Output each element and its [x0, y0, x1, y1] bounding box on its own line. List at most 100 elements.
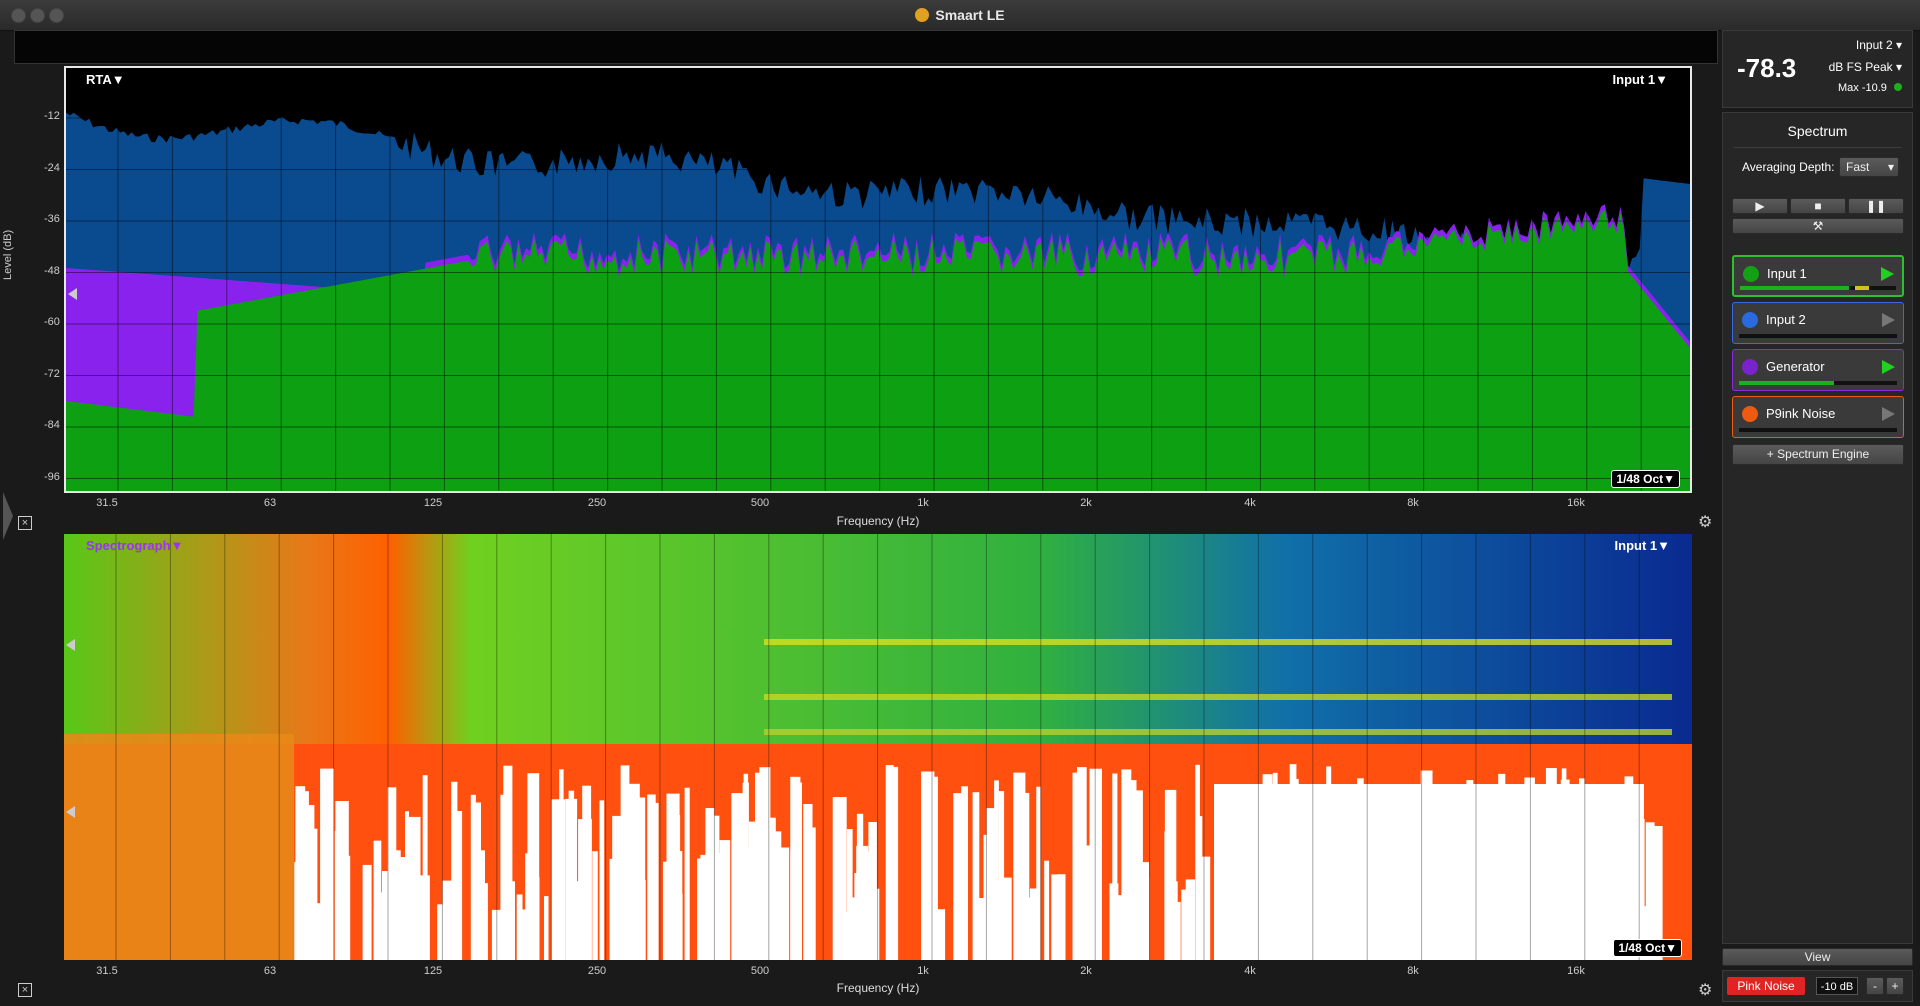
rta-threshold-handle[interactable]	[68, 288, 77, 300]
close-spectrograph-icon[interactable]: ×	[18, 983, 32, 997]
rta-y-tick: -72	[44, 367, 60, 380]
spectrograph-peak	[780, 847, 790, 960]
spectrograph-peak	[647, 794, 656, 960]
spectrograph-peak	[504, 881, 515, 960]
rta-x-axis-title: Frequency (Hz)	[836, 514, 920, 528]
window-title: Smaart LE	[0, 7, 1920, 23]
spectrograph-peak	[334, 830, 342, 960]
spectrograph-band	[764, 729, 1672, 735]
rta-x-tick: 125	[423, 497, 443, 509]
spectrograph-plot[interactable]: Spectrograph▼ Input 1▼ 1/48 Oct▼	[64, 534, 1692, 960]
rta-mode-selector[interactable]: RTA▼	[86, 72, 125, 87]
channel-level-meter	[1739, 334, 1897, 338]
rta-input-selector[interactable]: Input 1▼	[1613, 72, 1668, 87]
spectrograph-peak	[565, 798, 578, 960]
spectrograph-settings-gear-icon[interactable]: ⚙	[1698, 980, 1712, 1000]
spectrograph-peak	[673, 851, 683, 960]
spectrograph-peak	[1089, 768, 1102, 960]
spectrograph-peak	[405, 811, 409, 960]
spectrograph-peak	[886, 788, 898, 960]
spectrograph-peak	[1201, 856, 1211, 960]
spectrograph-resolution-selector[interactable]: 1/48 Oct▼	[1613, 939, 1682, 957]
generator-level-field[interactable]: -10 dB	[1816, 977, 1858, 995]
smaart-logo-icon	[915, 8, 930, 22]
command-bar	[14, 30, 1718, 64]
spectrograph-upper-handle[interactable]	[66, 639, 75, 651]
meter-input-selector[interactable]: Input 2 ▾	[1856, 38, 1902, 52]
spectrograph-x-tick: 31.5	[96, 965, 118, 977]
spectrograph-x-tick: 4k	[1244, 965, 1256, 977]
spectrograph-peak	[978, 898, 985, 960]
close-rta-icon[interactable]: ×	[18, 516, 32, 530]
spectrograph-x-tick: 8k	[1407, 965, 1419, 977]
rta-y-axis-title: Level (dB)	[2, 229, 14, 280]
rta-y-tick: -84	[44, 419, 60, 431]
rta-plot[interactable]: RTA▼ Input 1▼ 1/48 Oct▼	[64, 66, 1692, 493]
rta-y-tick: -60	[44, 316, 60, 328]
spectrograph-peak	[422, 775, 428, 960]
spectrograph-peak	[707, 815, 720, 960]
rta-y-tick: -12	[44, 110, 60, 122]
rta-y-tick: -96	[44, 470, 60, 483]
channel-name: P9ink Noise	[1766, 406, 1836, 421]
channel-play-icon[interactable]	[1882, 360, 1895, 374]
channel-play-icon[interactable]	[1882, 407, 1895, 421]
pink-noise-button[interactable]: Pink Noise	[1727, 977, 1805, 995]
rta-y-tick: -48	[44, 264, 60, 277]
level-decrease-button[interactable]: -	[1866, 977, 1884, 995]
spectrograph-peak	[1014, 895, 1026, 960]
spectrograph-peak	[790, 850, 800, 960]
spectrum-panel: Spectrum Averaging Depth: Fast ▾ ▶ ■ ❚❚ ⚒	[1722, 112, 1913, 944]
channel-input-2[interactable]: Input 2	[1732, 302, 1904, 344]
spectrograph-x-tick: 16k	[1567, 965, 1585, 977]
spectrograph-peak	[1169, 881, 1178, 960]
generator-bar: Pink Noise -10 dB - +	[1722, 970, 1913, 1002]
spectrograph-peak	[362, 864, 372, 960]
spectrograph-peak	[1117, 895, 1131, 960]
spectrograph-peak	[933, 909, 946, 960]
left-sidebar-handle[interactable]	[3, 492, 13, 540]
spectrograph-peak	[1142, 877, 1150, 960]
rta-x-tick: 16k	[1567, 497, 1585, 509]
add-spectrum-engine-button[interactable]: + Spectrum Engine	[1732, 444, 1904, 465]
channel-play-icon[interactable]	[1882, 313, 1895, 327]
rta-graph	[66, 68, 1690, 491]
spectrograph-lower-handle[interactable]	[66, 806, 75, 818]
spectrograph-peak	[627, 783, 640, 960]
channel-play-icon[interactable]	[1881, 267, 1894, 281]
view-button[interactable]: View	[1722, 948, 1913, 966]
averaging-depth-select[interactable]: Fast ▾	[1839, 157, 1899, 177]
rta-x-tick: 1k	[917, 497, 929, 509]
channel-pink-noise[interactable]: P9ink Noise	[1732, 396, 1904, 438]
play-button[interactable]: ▶	[1732, 198, 1788, 214]
channel-input-1[interactable]: Input 1	[1732, 255, 1904, 297]
rta-resolution-selector[interactable]: 1/48 Oct▼	[1611, 470, 1680, 488]
rta-x-tick: 2k	[1080, 497, 1092, 509]
tools-button[interactable]: ⚒	[1732, 218, 1904, 234]
meter-mode-selector[interactable]: dB FS Peak ▾	[1829, 60, 1902, 74]
channel-generator[interactable]: Generator	[1732, 349, 1904, 391]
spectrograph-mode-selector[interactable]: Spectrograph▼	[86, 538, 183, 553]
spectrograph-x-tick: 1k	[917, 965, 929, 977]
spectrograph-peak	[640, 880, 646, 960]
stop-button[interactable]: ■	[1790, 198, 1846, 214]
spectrograph-input-selector[interactable]: Input 1▼	[1615, 538, 1670, 553]
input-1-color-dot-icon	[1743, 266, 1759, 282]
spectrograph-peak	[437, 904, 447, 960]
spectrograph-x-tick: 63	[263, 965, 277, 977]
spectrograph-peak	[972, 792, 980, 960]
input-2-color-dot-icon	[1742, 312, 1758, 328]
spectrograph-peak	[544, 896, 549, 960]
chevron-down-icon: ▾	[1895, 60, 1902, 74]
title-bar: Smaart LE	[0, 0, 1920, 31]
spectrograph-peak	[1109, 883, 1119, 960]
rta-settings-gear-icon[interactable]: ⚙	[1698, 512, 1712, 532]
rta-x-tick: 63	[263, 497, 277, 509]
level-increase-button[interactable]: +	[1886, 977, 1904, 995]
pause-button[interactable]: ❚❚	[1848, 198, 1904, 214]
spectrograph-low-band	[64, 734, 294, 960]
spectrograph-peak	[599, 800, 605, 960]
pink-noise-color-dot-icon	[1742, 406, 1758, 422]
spectrograph-peak	[684, 787, 690, 960]
spectrograph-x-tick: 500	[750, 965, 770, 977]
